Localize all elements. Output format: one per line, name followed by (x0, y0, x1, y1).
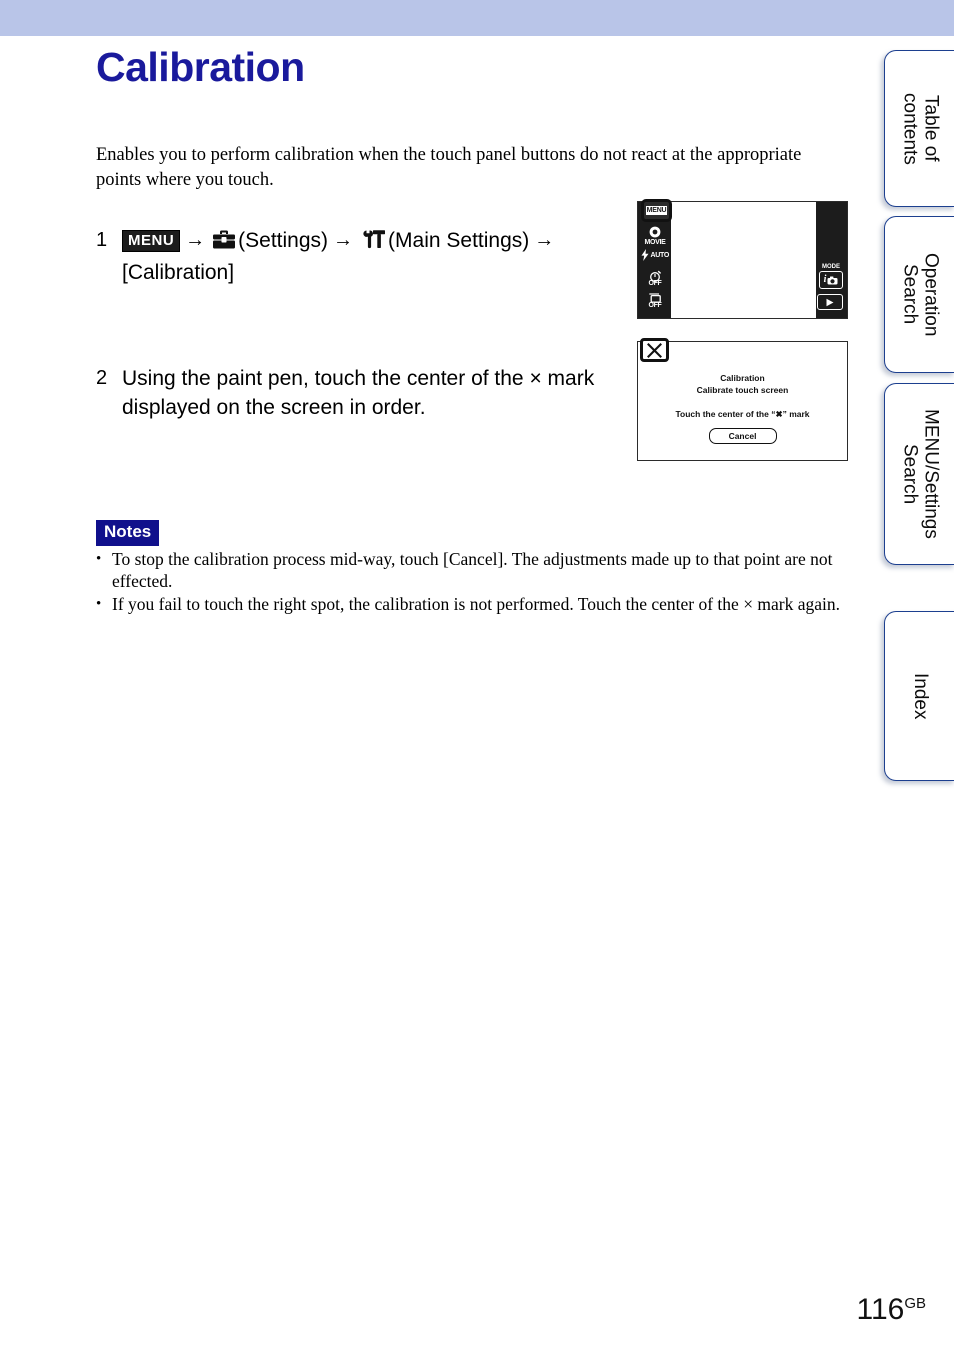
movie-mode-label: MOVIE (644, 239, 666, 246)
top-decorative-band (0, 0, 954, 36)
cancel-button[interactable]: Cancel (708, 428, 777, 444)
camera-menu-screen-illustration: MENU MOVIE AUTO OFF OFF MODE i (637, 199, 848, 319)
movie-mode-icon: MOVIE (641, 226, 669, 246)
step-1-number: 1 (96, 229, 108, 251)
side-tab-navigation: Table of contents Operation Search MENU/… (884, 36, 954, 1369)
camera-menu-button: MENU (641, 199, 672, 222)
calibration-line3-prefix: Touch the center of the “ (675, 409, 776, 419)
calibration-dialog-line2: Calibrate touch screen (696, 385, 789, 395)
sidebar-tab-label: Index (910, 672, 931, 720)
page-number-suffix: GB (904, 1295, 926, 1312)
arrow-icon-1: → (185, 229, 206, 251)
note-item: • To stop the calibration process mid-wa… (96, 548, 856, 592)
notes-list: • To stop the calibration process mid-wa… (96, 548, 856, 616)
flash-auto-label: AUTO (650, 251, 669, 259)
arrow-icon-3: → (534, 229, 555, 251)
step-1-body: MENU → (Settings) → (Main Settings) → [C… (122, 226, 559, 287)
self-timer-icon: OFF (641, 270, 669, 287)
sidebar-tab-label: MENU/Settings Search (899, 409, 942, 539)
page-title: Calibration (96, 44, 305, 90)
camera-menu-button-label: MENU (645, 206, 668, 215)
play-triangle-icon (817, 294, 843, 310)
step-2-text: Using the paint pen, touch the center of… (122, 367, 595, 419)
calibration-dialog-text: Calibration Calibrate touch screen Touch… (638, 372, 847, 444)
sidebar-tab-label: Operation Search (899, 252, 942, 337)
page-number: 116GB (856, 1295, 926, 1325)
close-x-icon (640, 338, 669, 362)
note-text: To stop the calibration process mid-way,… (112, 549, 833, 591)
camera-mode-value: i (823, 274, 827, 285)
camera-iauto-icon: i (819, 271, 843, 289)
menu-badge-icon: MENU (122, 230, 181, 252)
sidebar-tab-index[interactable]: Index (884, 611, 954, 781)
note-text: If you fail to touch the right spot, the… (112, 594, 841, 614)
step-1-target: [Calibration] (122, 261, 235, 284)
bullet-icon: • (96, 596, 102, 612)
burst-mode-label: OFF (648, 302, 662, 309)
sidebar-tab-table-of-contents[interactable]: Table of contents (884, 50, 954, 207)
main-settings-label: (Main Settings) (388, 229, 530, 252)
wrench-hammer-icon (360, 229, 386, 258)
toolbox-icon (212, 229, 236, 258)
step-2: 2 Using the paint pen, touch the center … (96, 364, 616, 422)
calibration-dialog-line3: Touch the center of the “✖” mark (638, 409, 847, 420)
arrow-icon-2: → (333, 229, 354, 251)
sidebar-tab-operation-search[interactable]: Operation Search (884, 216, 954, 373)
step-2-number: 2 (96, 367, 108, 389)
burst-mode-icon: OFF (641, 293, 669, 309)
step-1: 1 MENU → (Settings) → (Main Settings) → … (96, 226, 636, 287)
x-mark-icon: ✖ (775, 409, 783, 419)
notes-badge: Notes (96, 520, 160, 546)
note-item: • If you fail to touch the right spot, t… (96, 593, 856, 615)
calibration-line3-suffix: ” mark (782, 409, 810, 419)
camera-mode-button: MODE i (819, 264, 843, 289)
bullet-icon: • (96, 551, 102, 567)
page-number-value: 116 (856, 1293, 905, 1326)
calibration-dialog-illustration: Calibration Calibrate touch screen Touch… (637, 338, 848, 461)
sidebar-tab-label: Table of contents (899, 92, 942, 165)
flash-auto-icon: AUTO (641, 249, 669, 261)
settings-label: (Settings) (238, 229, 329, 252)
self-timer-label: OFF (648, 280, 662, 287)
calibration-dialog-line1: Calibration (720, 373, 765, 383)
sidebar-tab-menu-settings-search[interactable]: MENU/Settings Search (884, 383, 954, 565)
camera-mode-label: MODE (822, 264, 840, 270)
intro-paragraph: Enables you to perform calibration when … (96, 144, 802, 190)
